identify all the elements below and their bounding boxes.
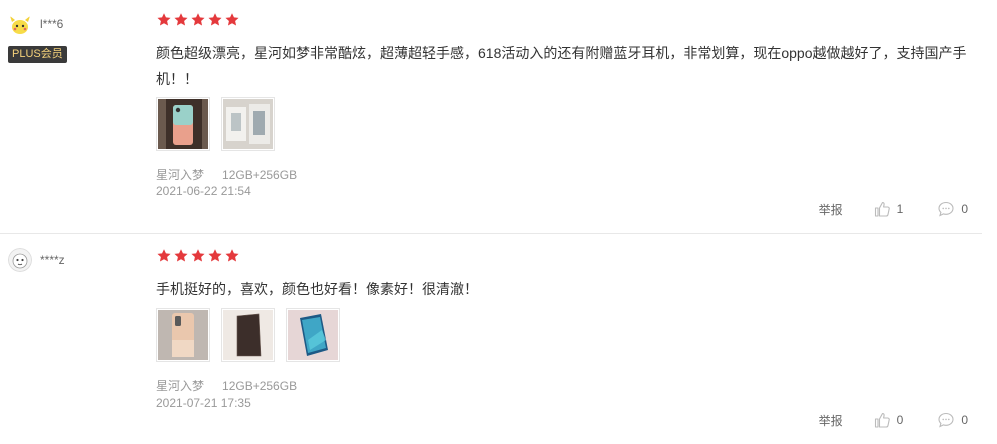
review-date: 2021-06-22 21:54 xyxy=(156,184,251,198)
comment-count: 0 xyxy=(961,413,968,427)
review-item: l***6 PLUS会员 颜色超级漂亮，星河如梦非常酷炫，超薄超轻手感，618活… xyxy=(0,0,982,234)
star-icon xyxy=(207,248,223,264)
review-text: 手机挺好的，喜欢，颜色也好看！像素好！很清澈！ xyxy=(156,281,478,297)
star-icon xyxy=(156,12,172,28)
review-photos xyxy=(156,308,340,362)
star-icon xyxy=(190,248,206,264)
color-variant: 星河入梦 xyxy=(156,379,205,393)
comment-count: 0 xyxy=(961,202,968,216)
report-button[interactable]: 举报 xyxy=(819,201,843,218)
comment-bubble-icon xyxy=(937,200,955,218)
thumbs-up-icon xyxy=(873,411,891,429)
review-text: 颜色超级漂亮，星河如梦非常酷炫，超薄超轻手感，618活动入的还有附赠蓝牙耳机，非… xyxy=(156,45,967,87)
username: ****z xyxy=(40,253,65,267)
product-spec: 星河入梦 12GB+256GB xyxy=(156,166,297,183)
like-button[interactable]: 1 xyxy=(873,200,904,218)
plus-member-badge: PLUS会员 xyxy=(8,46,67,63)
comment-bubble-icon xyxy=(937,411,955,429)
review-item: ****z 手机挺好的，喜欢，颜色也好看！像素好！很清澈！ 星河入梦 12GB+… xyxy=(0,234,982,444)
review-photo-thumbnail[interactable] xyxy=(221,97,275,151)
avatar[interactable] xyxy=(8,248,32,272)
review-content: 颜色超级漂亮，星河如梦非常酷炫，超薄超轻手感，618活动入的还有附赠蓝牙耳机，非… xyxy=(156,12,982,198)
comment-button[interactable]: 0 xyxy=(937,200,968,218)
star-icon xyxy=(207,12,223,28)
report-label: 举报 xyxy=(818,202,843,217)
review-photo-thumbnail[interactable] xyxy=(221,308,275,362)
rating-stars xyxy=(156,248,982,264)
report-label: 举报 xyxy=(818,413,843,428)
star-icon xyxy=(173,248,189,264)
product-spec: 星河入梦 12GB+256GB xyxy=(156,377,297,394)
star-icon xyxy=(224,12,240,28)
username: l***6 xyxy=(40,17,64,31)
comment-button[interactable]: 0 xyxy=(937,411,968,429)
review-photo-thumbnail[interactable] xyxy=(156,308,210,362)
review-photo-thumbnail[interactable] xyxy=(156,97,210,151)
star-icon xyxy=(190,12,206,28)
like-button[interactable]: 0 xyxy=(873,411,904,429)
color-variant: 星河入梦 xyxy=(156,168,205,182)
review-date: 2021-07-21 17:35 xyxy=(156,396,251,410)
review-photos xyxy=(156,97,275,151)
thumbs-up-icon xyxy=(873,200,891,218)
review-content: 手机挺好的，喜欢，颜色也好看！像素好！很清澈！ 星河入梦 12GB+256GB … xyxy=(156,248,982,410)
storage-spec: 12GB+256GB xyxy=(222,379,298,393)
like-count: 1 xyxy=(896,202,904,216)
star-icon xyxy=(173,12,189,28)
star-icon xyxy=(156,248,172,264)
review-actions: 举报 0 0 xyxy=(819,411,968,429)
report-button[interactable]: 举报 xyxy=(819,412,843,429)
storage-spec: 12GB+256GB xyxy=(222,168,298,182)
review-actions: 举报 1 0 xyxy=(819,200,968,218)
star-icon xyxy=(224,248,240,264)
avatar[interactable] xyxy=(8,12,32,36)
review-photo-thumbnail[interactable] xyxy=(286,308,340,362)
like-count: 0 xyxy=(896,413,904,427)
rating-stars xyxy=(156,12,982,28)
